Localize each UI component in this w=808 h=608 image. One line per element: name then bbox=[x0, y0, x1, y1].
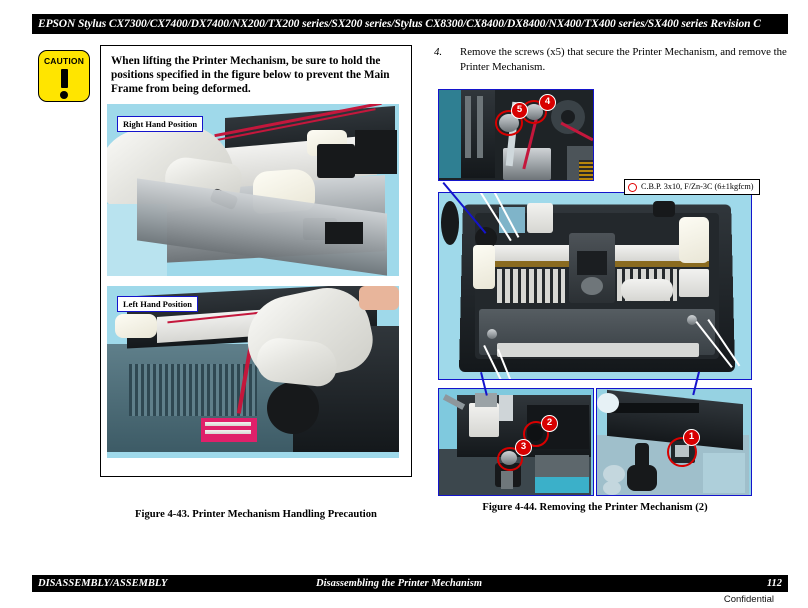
screw-front-left bbox=[487, 329, 497, 339]
carriage-roller bbox=[581, 277, 603, 295]
callout-4: 4 bbox=[539, 94, 556, 111]
photo-screw-1: 1 bbox=[596, 388, 752, 496]
callout-2: 2 bbox=[541, 415, 558, 432]
cable-loop bbox=[441, 201, 459, 245]
caution-text: When lifting the Printer Mechanism, be s… bbox=[111, 55, 390, 96]
page-header-title: EPSON Stylus CX7300/CX7400/DX7400/NX200/… bbox=[32, 14, 788, 34]
left-column: CAUTION When lifting the Printer Mechani… bbox=[32, 45, 412, 520]
figure-caption-4-43: Figure 4-43. Printer Mechanism Handling … bbox=[135, 509, 377, 520]
exclamation-bar-icon bbox=[60, 69, 68, 88]
exclamation-dot-icon bbox=[60, 90, 68, 99]
step-4: 4. Remove the screws (x5) that secure th… bbox=[430, 45, 796, 74]
footer-section-label: DISASSEMBLY/ASSEMBLY bbox=[38, 578, 168, 589]
white-post bbox=[499, 395, 513, 421]
caution-block: CAUTION When lifting the Printer Mechani… bbox=[32, 45, 412, 481]
carriage-window bbox=[577, 251, 607, 275]
photo-screws-4-5: 5 4 bbox=[438, 89, 594, 181]
manual-page: EPSON Stylus CX7300/CX7400/DX7400/NX200/… bbox=[0, 0, 808, 608]
sticker-line bbox=[205, 422, 251, 426]
callout-5: 5 bbox=[511, 102, 528, 119]
black-bracket bbox=[317, 144, 355, 178]
roller-motor bbox=[267, 382, 319, 434]
black-module bbox=[355, 130, 397, 174]
photo-right-hand-position: Right Hand Position bbox=[107, 104, 399, 276]
cap-station bbox=[679, 269, 709, 297]
left-edge-panel bbox=[439, 90, 461, 178]
page-footer: DISASSEMBLY/ASSEMBLY Disassembling the P… bbox=[32, 575, 788, 592]
photo-screws-2-3: 2 3 bbox=[438, 388, 594, 496]
figure-caption-4-44: Figure 4-44. Removing the Printer Mechan… bbox=[482, 502, 708, 513]
connector-pins bbox=[579, 160, 593, 180]
white-gear-block bbox=[527, 203, 553, 233]
photo-label-left-hand: Left Hand Position bbox=[117, 296, 198, 312]
photo-left-hand-position: Left Hand Position bbox=[107, 286, 399, 458]
right-column: 4. Remove the screws (x5) that secure th… bbox=[430, 45, 788, 74]
footer-page-number: 112 bbox=[766, 578, 782, 589]
white-blob bbox=[597, 393, 619, 413]
rib-2 bbox=[477, 96, 483, 158]
callout-1: 1 bbox=[683, 429, 700, 446]
photo-label-right-hand: Right Hand Position bbox=[117, 116, 204, 132]
footer-topic-label: Disassembling the Printer Mechanism bbox=[316, 578, 482, 589]
callout-3: 3 bbox=[515, 439, 532, 456]
boss-left-2 bbox=[603, 481, 621, 495]
photo-printer-mechanism-overview bbox=[438, 192, 752, 380]
screw-spec-text: C.B.P. 3x10, F/Zn-3C (6±1kgfcm) bbox=[641, 182, 754, 191]
slot bbox=[611, 403, 699, 413]
caution-icon-label: CAUTION bbox=[43, 56, 85, 66]
caution-icon: CAUTION bbox=[38, 50, 90, 102]
rib bbox=[465, 96, 471, 158]
step-4-number: 4. bbox=[434, 46, 443, 58]
pin bbox=[501, 471, 513, 489]
confidential-label: Confidential bbox=[723, 594, 774, 605]
white-plastic-part bbox=[115, 314, 157, 338]
left-white-part bbox=[473, 245, 495, 289]
ink-tube-bundle bbox=[621, 279, 673, 301]
printer-slot bbox=[325, 222, 363, 244]
step-4-text: Remove the screws (x5) that secure the P… bbox=[460, 46, 787, 73]
right-black-part bbox=[653, 201, 675, 217]
cyan-strip bbox=[535, 477, 589, 493]
tray-lip bbox=[497, 343, 699, 357]
screw-spec-callout: C.B.P. 3x10, F/Zn-3C (6±1kgfcm) bbox=[624, 179, 760, 195]
sticker-line-2 bbox=[205, 430, 251, 434]
paper-feed-rollers bbox=[497, 269, 565, 303]
right-white-part bbox=[679, 217, 709, 263]
white-bracket bbox=[469, 403, 499, 437]
black-base bbox=[627, 465, 657, 491]
base-right bbox=[703, 453, 745, 493]
caution-box: When lifting the Printer Mechanism, be s… bbox=[100, 45, 412, 477]
wrist bbox=[359, 286, 399, 310]
shelf bbox=[535, 455, 589, 477]
red-circle-icon bbox=[628, 182, 637, 192]
